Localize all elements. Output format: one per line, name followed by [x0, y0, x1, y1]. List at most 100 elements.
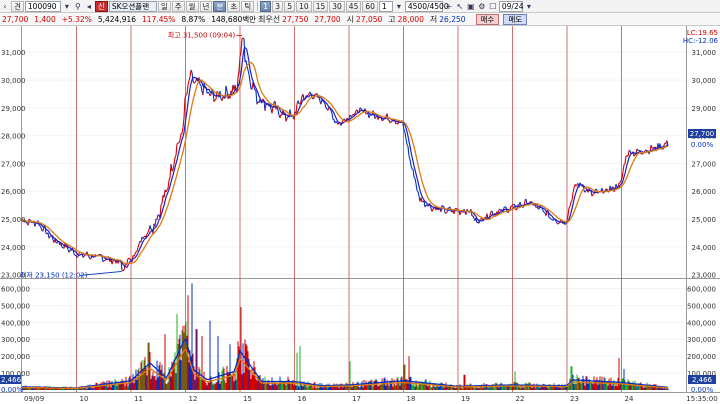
price-segment	[214, 98, 217, 101]
date-axis-border	[0, 392, 720, 393]
date-tick-label: 23	[570, 395, 579, 403]
search-icon[interactable]: ⚲	[73, 1, 83, 12]
change-percent: +5.32%	[61, 14, 92, 24]
interval-15-button[interactable]: 15	[312, 0, 329, 12]
data-count-field[interactable]: 4500/4500	[404, 0, 449, 12]
price-segment	[390, 120, 393, 123]
save-icon[interactable]: ▣	[466, 1, 476, 12]
dropdown-arrow-icon[interactable]: ▾	[62, 1, 72, 12]
interval-60-button[interactable]: 60	[362, 0, 378, 12]
price-tick-label: 27,000	[692, 160, 717, 168]
period-year-button[interactable]: 년	[199, 0, 213, 12]
high-value: 28,000	[397, 14, 424, 24]
price-segment	[312, 97, 315, 100]
quote-strip: 27,700 1,400 +5.32% 5,424,916 117.45% 8.…	[0, 13, 720, 26]
price-segment	[176, 142, 179, 145]
volume-tick-label: 300,000	[687, 336, 716, 344]
interval-5-button[interactable]: 5	[284, 0, 296, 12]
left-price-tick-label: 28,000	[1, 133, 26, 141]
trade-amount: 148,680백만	[211, 14, 257, 24]
volume-tick-label: 500,000	[687, 302, 716, 310]
price-segment	[25, 221, 28, 224]
best-hoga-label: 최우선	[258, 14, 281, 24]
date-tick-label: 10	[80, 395, 89, 403]
price-segment	[351, 114, 354, 117]
volume-tick-label: 400,000	[687, 319, 716, 327]
price-segment	[82, 256, 85, 258]
volume-ratio: 117.45%	[142, 14, 176, 24]
current-volume-pct: 0.00%	[691, 386, 714, 394]
price-segment	[103, 259, 106, 262]
pointer-icon[interactable]: ↖	[455, 1, 465, 12]
stock-code-input[interactable]: 100090	[24, 0, 61, 12]
left-price-tick-label: 26,000	[1, 188, 26, 196]
left-volume-pct: 0.00%	[1, 386, 24, 394]
date-tick-label: 22	[516, 395, 525, 403]
highest-price-annotation: 최고 31,500 (09:04)	[168, 30, 236, 39]
close-value: 27,700	[314, 14, 341, 24]
price-tick-label: 24,000	[692, 244, 717, 252]
add-icon[interactable]: +	[444, 1, 454, 12]
price-tick-label: 31,000	[692, 49, 717, 57]
price-segment	[557, 222, 560, 225]
best-hoga-value: 27,750	[282, 14, 309, 24]
current-volume-axis-label: 2,466	[692, 376, 713, 384]
price-segment	[193, 81, 196, 84]
dropdown-arrow-icon[interactable]: ▾	[524, 1, 534, 12]
left-price-tick-label: 24,000	[1, 244, 26, 252]
price-segment	[618, 182, 621, 184]
price-segment	[432, 207, 435, 210]
interval-1-button[interactable]: 1	[260, 0, 272, 12]
left-price-tick-label: 25,000	[1, 216, 26, 224]
left-volume-tick-label: 600,000	[1, 285, 30, 293]
volume-value: 5,424,916	[97, 14, 137, 24]
price-segment	[365, 113, 368, 115]
period-second-button[interactable]: 초	[227, 0, 241, 12]
date-tick-label: 17	[352, 395, 361, 403]
period-combo[interactable]: 견	[11, 0, 24, 12]
date-tick-label: 19	[461, 395, 470, 403]
chevron-left-icon[interactable]: ◂	[84, 1, 94, 12]
period-minute-button[interactable]: 분	[213, 0, 227, 12]
price-tick-label: 29,000	[692, 105, 717, 113]
date-tick-label: 11	[134, 395, 143, 403]
price-segment	[135, 250, 138, 253]
stock-name-field[interactable]: SK오션플랜	[108, 0, 157, 12]
date-field[interactable]: 09/24	[498, 0, 524, 12]
sell-button[interactable]: 매도	[503, 13, 528, 25]
price-segment	[441, 204, 444, 207]
date-tick-label: 18	[407, 395, 416, 403]
price-change: 1,400	[34, 14, 56, 24]
chart-background	[0, 26, 720, 404]
interval-input[interactable]: 1	[378, 0, 393, 12]
price-segment	[102, 260, 105, 263]
date-tick-label: 12	[189, 395, 198, 403]
price-segment	[359, 107, 362, 109]
period-week-button[interactable]: 주	[171, 0, 185, 12]
price-segment	[209, 94, 212, 97]
price-tick-label: 25,000	[692, 216, 717, 224]
interval-10-button[interactable]: 10	[296, 0, 312, 12]
interval-3-button[interactable]: 3	[272, 0, 284, 12]
price-segment	[128, 257, 131, 260]
price-segment	[652, 146, 655, 149]
price-segment	[76, 256, 79, 258]
settings-icon[interactable]: ⚙	[477, 1, 487, 12]
dropdown-arrow-icon[interactable]: ▾	[394, 1, 404, 12]
legend-hc: HC:-12.06	[683, 37, 719, 45]
buy-button[interactable]: 매수	[475, 13, 500, 25]
period-month-button[interactable]: 월	[185, 0, 199, 12]
low-value: 26,250	[439, 14, 466, 24]
price-segment	[28, 218, 31, 221]
interval-30-button[interactable]: 30	[329, 0, 345, 12]
interval-45-button[interactable]: 45	[345, 0, 362, 12]
time-label: 15:35:00	[686, 395, 717, 403]
period-day-button[interactable]: 일	[157, 0, 171, 12]
chevron-left-icon[interactable]: ‹	[0, 1, 10, 12]
price-segment	[185, 93, 188, 96]
price-segment	[530, 200, 533, 203]
left-price-tick-label: 30,000	[1, 77, 26, 85]
price-volume-chart[interactable]: 31,000 31,000 30,000 30,000 29,000 29,000 28,0…	[0, 26, 720, 404]
checkbox-icon[interactable]: ☐	[488, 1, 498, 12]
period-tick-button[interactable]: 틱	[241, 0, 255, 12]
